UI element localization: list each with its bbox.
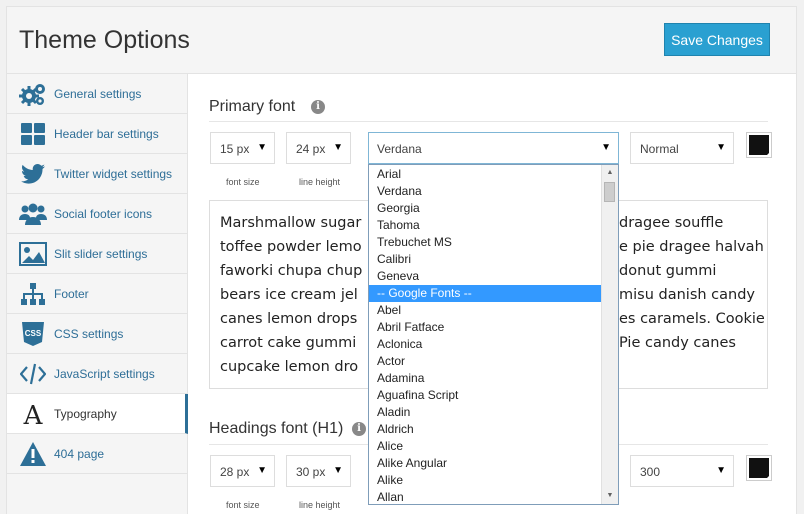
scroll-up-icon[interactable]: ▲ [602,165,618,181]
preview-text-right: dragee souffle e pie dragee halvah donut… [619,215,765,351]
primary-line-height-select[interactable]: 24 px ▼ [286,132,351,164]
section-divider [209,121,768,122]
dropdown-option[interactable]: Tahoma [369,217,602,234]
svg-text:A: A [23,401,44,427]
sidebar-item-typography[interactable]: A Typography [7,394,188,434]
primary-font-size-select[interactable]: 15 px ▼ [210,132,275,164]
sidebar-item-header-bar-settings[interactable]: Header bar settings [7,114,187,154]
sidebar-item-label: Typography [54,407,117,421]
caret-down-icon: ▼ [716,465,726,476]
caret-down-icon: ▼ [257,465,267,476]
code-icon [19,361,47,387]
font-size-label: font size [226,500,260,510]
sidebar-item-footer[interactable]: Footer [7,274,187,314]
dropdown-option[interactable]: Georgia [369,200,602,217]
dropdown-option[interactable]: Abel [369,302,602,319]
dropdown-option[interactable]: Aldrich [369,421,602,438]
info-icon[interactable]: i [311,100,325,114]
dropdown-option[interactable]: Abril Fatface [369,319,602,336]
sidebar-item-label: 404 page [54,447,105,461]
dropdown-option[interactable]: Alike [369,472,602,489]
sidebar-item-404-page[interactable]: 404 page [7,434,187,474]
sidebar-item-slit-slider-settings[interactable]: Slit slider settings [7,234,187,274]
typography-content: Primary font i 15 px ▼ 24 px ▼ Verdana ▼ No… [189,74,796,514]
dropdown-option[interactable]: Aladin [369,404,602,421]
caret-down-icon: ▼ [601,142,611,153]
caret-down-icon: ▼ [257,142,267,153]
page-title: Theme Options [19,26,190,54]
typography-icon: A [19,401,47,427]
header: Theme Options Save Changes [7,7,796,74]
sitemap-icon [19,281,47,307]
sidebar-item-general-settings[interactable]: General settings [7,74,187,114]
sidebar-item-label: General settings [54,87,142,101]
sidebar-item-css-settings[interactable]: CSS CSS settings [7,314,187,354]
caret-down-icon: ▼ [333,142,343,153]
info-icon[interactable]: i [352,422,366,436]
sidebar: General settings Header bar settings Twi… [7,74,188,514]
css-icon: CSS [19,321,47,347]
line-height-label: line height [299,177,341,187]
dropdown-option[interactable]: Allan [369,489,602,504]
dropdown-option[interactable]: Aclonica [369,336,602,353]
sidebar-item-social-footer-icons[interactable]: Social footer icons [7,194,187,234]
scroll-down-icon[interactable]: ▼ [602,488,618,504]
sidebar-item-label: Twitter widget settings [54,167,173,181]
sidebar-item-label: JavaScript settings [54,367,155,381]
sidebar-item-label: Header bar settings [54,127,159,141]
sidebar-item-label: Social footer icons [54,207,153,221]
svg-text:CSS: CSS [25,329,42,338]
headings-font-weight-select[interactable]: 300 ▼ [630,455,734,487]
primary-color-picker[interactable] [746,132,772,158]
scroll-thumb[interactable] [604,182,615,202]
dropdown-scrollbar[interactable]: ▲ ▼ [601,165,618,504]
dropdown-option[interactable]: Aguafina Script [369,387,602,404]
image-icon [19,241,47,267]
headings-line-height-select[interactable]: 30 px ▼ [286,455,351,487]
sidebar-item-label: CSS settings [54,327,124,341]
gears-icon [19,81,47,107]
sidebar-item-label: Slit slider settings [54,247,148,261]
grid-icon [19,121,47,147]
dropdown-option[interactable]: Alike Angular [369,455,602,472]
dropdown-option[interactable]: Adamina [369,370,602,387]
dropdown-option[interactable]: Geneva [369,268,602,285]
users-icon [19,201,47,227]
font-size-label: font size [226,177,260,187]
dropdown-option[interactable]: Verdana [369,183,602,200]
headings-color-picker[interactable] [746,455,772,481]
primary-font-family-select[interactable]: Verdana ▼ [368,132,619,164]
line-height-label: line height [299,500,341,510]
headings-font-size-select[interactable]: 28 px ▼ [210,455,275,487]
primary-font-weight-select[interactable]: Normal ▼ [630,132,734,164]
caret-down-icon: ▼ [716,142,726,153]
dropdown-option[interactable]: Arial [369,166,602,183]
caret-down-icon: ▼ [333,465,343,476]
primary-font-title: Primary font [209,98,296,115]
theme-options-panel: Theme Options Save Changes General setti… [6,6,797,514]
headings-font-title: Headings font (H1) [209,420,344,437]
dropdown-option[interactable]: Alice [369,438,602,455]
sidebar-item-twitter-widget-settings[interactable]: Twitter widget settings [7,154,187,194]
dropdown-option[interactable]: Actor [369,353,602,370]
sidebar-item-javascript-settings[interactable]: JavaScript settings [7,354,187,394]
dropdown-option[interactable]: Calibri [369,251,602,268]
font-family-dropdown-list[interactable]: Arial Verdana Georgia Tahoma Trebuchet MS Cal… [368,164,619,505]
dropdown-option[interactable]: -- Google Fonts -- [369,285,602,302]
twitter-icon [19,161,47,187]
dropdown-option[interactable]: Trebuchet MS [369,234,602,251]
warning-icon [19,441,47,467]
save-changes-button[interactable]: Save Changes [664,23,770,56]
sidebar-item-label: Footer [54,287,89,301]
